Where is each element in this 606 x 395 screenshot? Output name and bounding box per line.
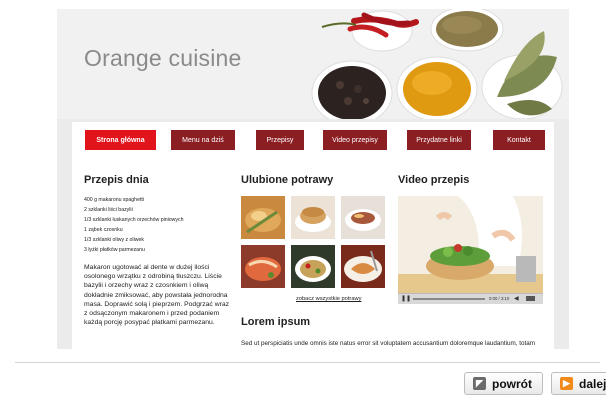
ingredient-item: 400 g makaronu spaghetti: [84, 197, 144, 203]
website-mockup: Orange cuisine Strona główna Menu na dzi…: [57, 9, 569, 349]
dish-thumbnail[interactable]: [241, 196, 285, 239]
seek-bar[interactable]: [413, 298, 485, 300]
dish-thumbnail[interactable]: [241, 245, 285, 288]
nav-recipes[interactable]: Przepisy: [256, 130, 304, 150]
video-controls: ❚❚ 0:00 / 3:10 ◀: [398, 293, 543, 304]
see-all-dishes-link[interactable]: zobacz wszystkie potrawy: [296, 296, 361, 302]
nav-home[interactable]: Strona główna: [85, 130, 156, 150]
divider: [15, 362, 600, 363]
video-frame: [398, 196, 543, 294]
next-label: dalej: [579, 377, 606, 391]
lorem-title: Lorem ipsum: [241, 316, 311, 328]
spice-bowls-image: [292, 9, 569, 119]
hero-banner: Orange cuisine: [57, 9, 569, 119]
ingredients-list: 400 g makaronu spaghetti 2 szklanki liśc…: [84, 195, 224, 255]
lorem-text: Sed ut perspiciatis unde omnis iste natu…: [241, 340, 536, 347]
next-button[interactable]: ▶ dalej: [551, 372, 606, 395]
ingredient-item: 1 ząbek czosnku: [84, 227, 123, 233]
nav-useful-links[interactable]: Przydatne linki: [407, 130, 471, 150]
back-label: powrót: [492, 377, 532, 391]
ingredient-item: 1/3 szklanki oliwy z oliwek: [84, 237, 144, 243]
play-icon[interactable]: ❚❚: [401, 295, 411, 302]
video-title: Video przepis: [398, 174, 470, 186]
main-nav: Strona główna Menu na dziś Przepisy Vide…: [85, 130, 545, 150]
brand-title: Orange cuisine: [84, 45, 242, 71]
back-button[interactable]: ◤ powrót: [464, 372, 543, 395]
recipe-description: Makaron ugotować al dente w dużej ilości…: [84, 264, 230, 327]
content-panel: Strona główna Menu na dziś Przepisy Vide…: [72, 122, 554, 349]
ingredient-item: 3 łyżki płatków parmezanu: [84, 247, 145, 253]
fullscreen-icon[interactable]: [526, 296, 535, 301]
nav-contact[interactable]: Kontakt: [493, 130, 545, 150]
favorites-title: Ulubione potrawy: [241, 174, 334, 186]
ingredient-item: 2 szklanki liści bazylii: [84, 207, 133, 213]
next-arrow-icon: ▶: [560, 377, 573, 390]
dish-thumbnail[interactable]: [341, 196, 385, 239]
ingredient-item: 1/3 szklanki łuskanych orzechów piniowyc…: [84, 217, 184, 223]
video-time: 0:00 / 3:10: [489, 296, 510, 301]
volume-icon[interactable]: ◀: [514, 295, 519, 302]
video-player[interactable]: ❚❚ 0:00 / 3:10 ◀: [398, 196, 543, 304]
recipe-title: Przepis dnia: [84, 174, 149, 186]
back-arrow-icon: ◤: [473, 377, 486, 390]
nav-menu-today[interactable]: Menu na dziś: [171, 130, 235, 150]
dish-thumbnail[interactable]: [291, 196, 335, 239]
dish-thumbnail[interactable]: [291, 245, 335, 288]
dish-thumbnail[interactable]: [341, 245, 385, 288]
nav-video-recipes[interactable]: Video przepisy: [323, 130, 387, 150]
